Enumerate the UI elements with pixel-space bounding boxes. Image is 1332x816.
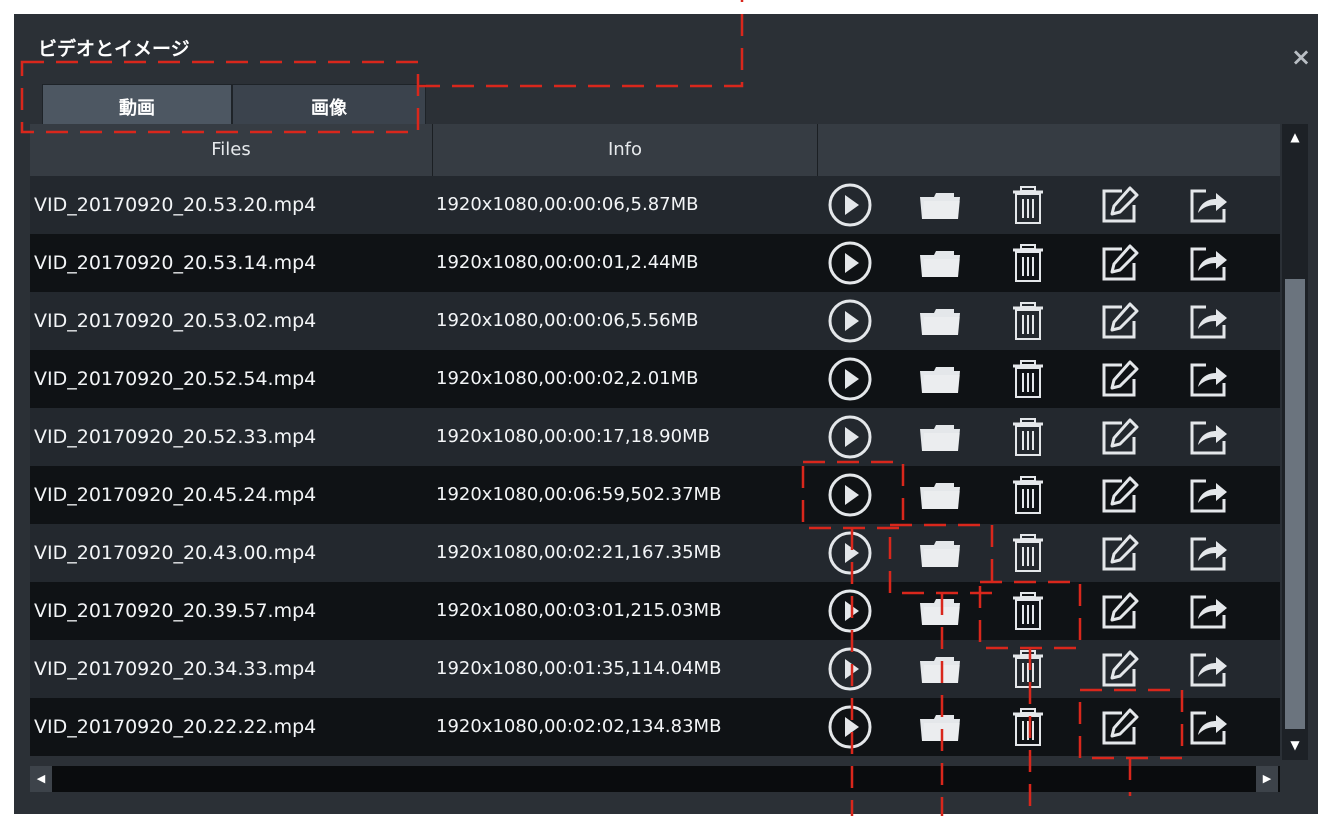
file-info: 1920x1080,00:02:02,134.83MB <box>436 716 722 737</box>
edit-icon[interactable] <box>1096 471 1144 519</box>
horizontal-scrollbar[interactable]: ◀ ▶ <box>30 766 1280 792</box>
table-row[interactable]: VID_20170920_20.22.22.mp4 1920x1080,00:02… <box>30 698 1280 756</box>
folder-icon[interactable] <box>916 355 964 403</box>
file-info: 1920x1080,00:00:06,5.87MB <box>436 194 699 215</box>
edit-icon[interactable] <box>1096 645 1144 693</box>
file-name: VID_20170920_20.39.57.mp4 <box>34 600 317 622</box>
file-info: 1920x1080,00:00:02,2.01MB <box>436 368 699 389</box>
table-row[interactable]: VID_20170920_20.39.57.mp4 1920x1080,00:03… <box>30 582 1280 640</box>
folder-icon[interactable] <box>916 529 964 577</box>
table-row[interactable]: VID_20170920_20.43.00.mp4 1920x1080,00:02… <box>30 524 1280 582</box>
play-icon[interactable] <box>826 413 874 461</box>
edit-icon[interactable] <box>1096 587 1144 635</box>
file-name: VID_20170920_20.52.54.mp4 <box>34 368 317 390</box>
file-info: 1920x1080,00:06:59,502.37MB <box>436 484 722 505</box>
table-row[interactable]: VID_20170920_20.45.24.mp4 1920x1080,00:06… <box>30 466 1280 524</box>
play-icon[interactable] <box>826 355 874 403</box>
dialog-title: ビデオとイメージ <box>38 38 190 60</box>
table-row[interactable]: VID_20170920_20.34.33.mp4 1920x1080,00:01… <box>30 640 1280 698</box>
table-row[interactable]: VID_20170920_20.53.14.mp4 1920x1080,00:00… <box>30 234 1280 292</box>
share-icon[interactable] <box>1184 645 1232 693</box>
scroll-right-icon[interactable]: ▶ <box>1256 766 1278 792</box>
edit-icon[interactable] <box>1096 297 1144 345</box>
share-icon[interactable] <box>1184 413 1232 461</box>
file-info: 1920x1080,00:00:01,2.44MB <box>436 252 699 273</box>
file-info: 1920x1080,00:02:21,167.35MB <box>436 542 722 563</box>
table-row[interactable]: VID_20170920_20.52.33.mp4 1920x1080,00:00… <box>30 408 1280 466</box>
edit-icon[interactable] <box>1096 703 1144 751</box>
file-name: VID_20170920_20.53.20.mp4 <box>34 194 317 216</box>
folder-icon[interactable] <box>916 297 964 345</box>
edit-icon[interactable] <box>1096 529 1144 577</box>
play-icon[interactable] <box>826 645 874 693</box>
trash-icon[interactable] <box>1004 471 1052 519</box>
play-icon[interactable] <box>826 297 874 345</box>
edit-icon[interactable] <box>1096 181 1144 229</box>
close-icon[interactable]: × <box>1288 44 1314 70</box>
header-divider <box>817 124 818 176</box>
play-icon[interactable] <box>826 529 874 577</box>
share-icon[interactable] <box>1184 703 1232 751</box>
trash-icon[interactable] <box>1004 355 1052 403</box>
scroll-left-icon[interactable]: ◀ <box>30 766 52 792</box>
file-info: 1920x1080,00:00:17,18.90MB <box>436 426 710 447</box>
edit-icon[interactable] <box>1096 239 1144 287</box>
share-icon[interactable] <box>1184 529 1232 577</box>
scroll-up-icon[interactable]: ▲ <box>1282 126 1308 148</box>
file-name: VID_20170920_20.34.33.mp4 <box>34 658 317 680</box>
file-info: 1920x1080,00:03:01,215.03MB <box>436 600 722 621</box>
share-icon[interactable] <box>1184 471 1232 519</box>
edit-icon[interactable] <box>1096 413 1144 461</box>
table-header: Files Info <box>30 124 1280 176</box>
table-row[interactable]: VID_20170920_20.53.20.mp4 1920x1080,00:00… <box>30 176 1280 234</box>
file-name: VID_20170920_20.45.24.mp4 <box>34 484 317 506</box>
folder-icon[interactable] <box>916 181 964 229</box>
folder-icon[interactable] <box>916 413 964 461</box>
scroll-down-icon[interactable]: ▼ <box>1282 734 1308 756</box>
file-name: VID_20170920_20.22.22.mp4 <box>34 716 317 738</box>
trash-icon[interactable] <box>1004 239 1052 287</box>
trash-icon[interactable] <box>1004 181 1052 229</box>
scrollbar-thumb[interactable] <box>1285 279 1305 729</box>
trash-icon[interactable] <box>1004 703 1052 751</box>
file-info: 1920x1080,00:00:06,5.56MB <box>436 310 699 331</box>
share-icon[interactable] <box>1184 355 1232 403</box>
vertical-scrollbar[interactable]: ▲ ▼ <box>1282 124 1308 760</box>
file-name: VID_20170920_20.43.00.mp4 <box>34 542 317 564</box>
edit-icon[interactable] <box>1096 355 1144 403</box>
play-icon[interactable] <box>826 703 874 751</box>
folder-icon[interactable] <box>916 645 964 693</box>
folder-icon[interactable] <box>916 471 964 519</box>
play-icon[interactable] <box>826 471 874 519</box>
file-name: VID_20170920_20.53.14.mp4 <box>34 252 317 274</box>
trash-icon[interactable] <box>1004 529 1052 577</box>
file-info: 1920x1080,00:01:35,114.04MB <box>436 658 722 679</box>
folder-icon[interactable] <box>916 587 964 635</box>
play-icon[interactable] <box>826 181 874 229</box>
header-info[interactable]: Info <box>433 124 817 176</box>
trash-icon[interactable] <box>1004 645 1052 693</box>
file-name: VID_20170920_20.53.02.mp4 <box>34 310 317 332</box>
trash-icon[interactable] <box>1004 413 1052 461</box>
table-row[interactable]: VID_20170920_20.53.02.mp4 1920x1080,00:00… <box>30 292 1280 350</box>
trash-icon[interactable] <box>1004 297 1052 345</box>
share-icon[interactable] <box>1184 297 1232 345</box>
folder-icon[interactable] <box>916 703 964 751</box>
header-files[interactable]: Files <box>30 124 432 176</box>
share-icon[interactable] <box>1184 181 1232 229</box>
play-icon[interactable] <box>826 239 874 287</box>
share-icon[interactable] <box>1184 587 1232 635</box>
table-row[interactable]: VID_20170920_20.52.54.mp4 1920x1080,00:00… <box>30 350 1280 408</box>
folder-icon[interactable] <box>916 239 964 287</box>
share-icon[interactable] <box>1184 239 1232 287</box>
trash-icon[interactable] <box>1004 587 1052 635</box>
play-icon[interactable] <box>826 587 874 635</box>
file-name: VID_20170920_20.52.33.mp4 <box>34 426 317 448</box>
